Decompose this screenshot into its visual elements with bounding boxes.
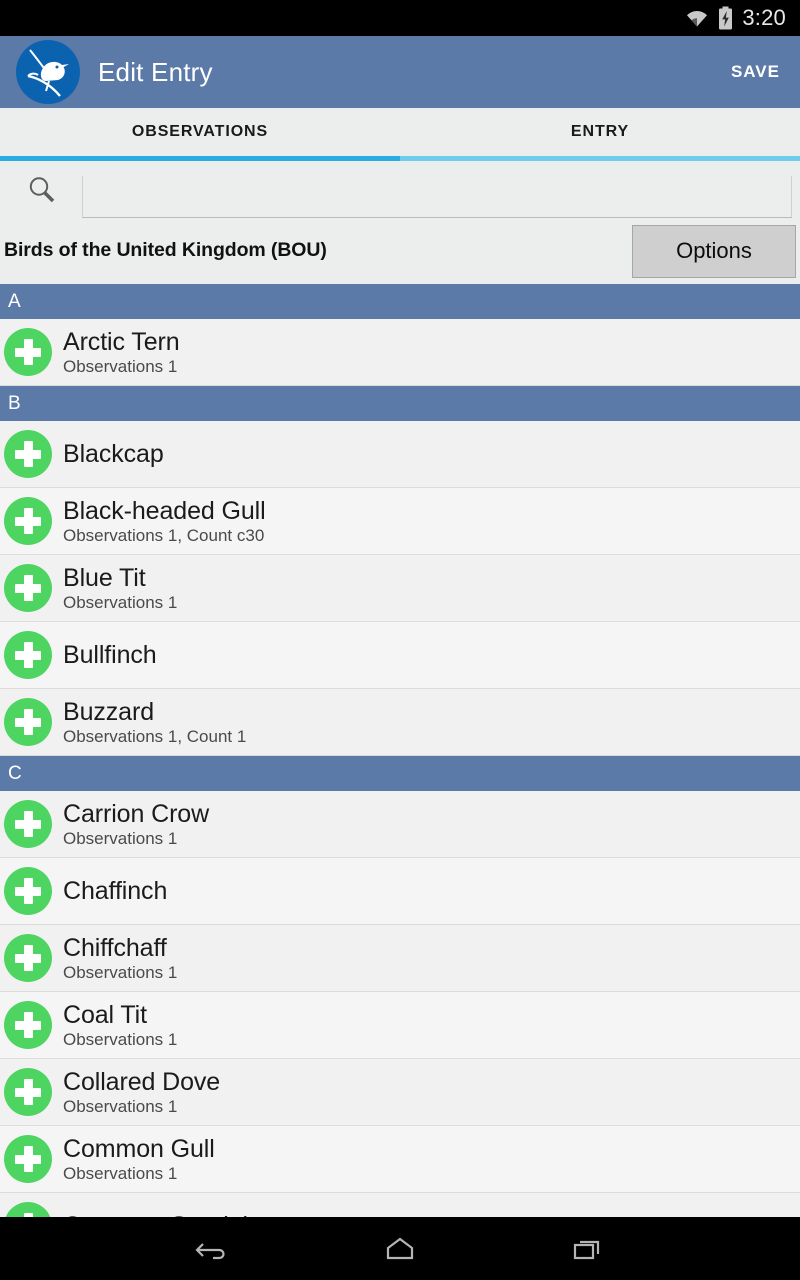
species-row[interactable]: Blue Tit Observations 1 (0, 555, 800, 622)
species-row-text: Coal Tit Observations 1 (63, 1001, 177, 1050)
plus-circle-icon[interactable] (4, 1068, 52, 1116)
plus-circle-icon[interactable] (4, 867, 52, 915)
species-row[interactable]: Common Sandpiper (0, 1193, 800, 1217)
species-row-text: Carrion Crow Observations 1 (63, 800, 209, 849)
search-input[interactable] (82, 176, 792, 218)
species-detail: Observations 1, Count 1 (63, 726, 247, 746)
species-row[interactable]: Chaffinch (0, 858, 800, 925)
species-row[interactable]: Arctic Tern Observations 1 (0, 319, 800, 386)
species-name: Chaffinch (63, 877, 168, 905)
species-row-text: Blue Tit Observations 1 (63, 564, 177, 613)
search-bar (0, 161, 800, 218)
list-header: Birds of the United Kingdom (BOU) Option… (0, 218, 800, 284)
species-row[interactable]: Bullfinch (0, 622, 800, 689)
species-detail: Observations 1, Count c30 (63, 525, 265, 545)
species-list-title: Birds of the United Kingdom (BOU) (4, 239, 327, 262)
plus-circle-icon[interactable] (4, 934, 52, 982)
species-detail: Observations 1 (63, 828, 178, 848)
plus-circle-icon[interactable] (4, 564, 52, 612)
species-row-text: Arctic Tern Observations 1 (63, 328, 180, 377)
plus-circle-icon[interactable] (4, 497, 52, 545)
species-row[interactable]: Blackcap (0, 421, 800, 488)
species-name: Blue Tit (63, 563, 146, 592)
species-row[interactable]: Chiffchaff Observations 1 (0, 925, 800, 992)
species-detail: Observations 1 (63, 1029, 178, 1049)
species-name: Coal Tit (63, 1000, 147, 1029)
status-bar: 3:20 (0, 0, 800, 36)
tab-bar: OBSERVATIONS ENTRY (0, 108, 800, 161)
species-name: Chiffchaff (63, 933, 167, 962)
search-icon[interactable] (26, 174, 58, 206)
species-row-text: Collared Dove Observations 1 (63, 1068, 220, 1117)
app-root: 3:20 Edit Entry SAVE OBSERVATIONS ENTRY (0, 0, 800, 1280)
species-name: Collared Dove (63, 1067, 221, 1096)
action-bar: Edit Entry SAVE (0, 36, 800, 108)
section-header: A (0, 284, 800, 319)
species-row[interactable]: Carrion Crow Observations 1 (0, 791, 800, 858)
plus-circle-icon[interactable] (4, 1001, 52, 1049)
species-row[interactable]: Common Gull Observations 1 (0, 1126, 800, 1193)
species-detail: Observations 1 (63, 356, 178, 376)
species-row-text: Chaffinch (63, 877, 167, 905)
options-button[interactable]: Options (632, 224, 796, 278)
plus-circle-icon[interactable] (4, 1135, 52, 1183)
plus-circle-icon[interactable] (4, 631, 52, 679)
plus-circle-icon[interactable] (4, 698, 52, 746)
species-row-text: Common Sandpiper (63, 1212, 284, 1217)
species-list[interactable]: A Arctic Tern Observations 1 B Blackcap Black… (0, 284, 800, 1217)
species-row[interactable]: Black-headed Gull Observations 1, Count c… (0, 488, 800, 555)
home-icon[interactable] (372, 1227, 428, 1271)
status-bar-clock: 3:20 (742, 4, 786, 30)
species-name: Arctic Tern (63, 327, 180, 356)
species-detail: Observations 1 (63, 1096, 178, 1116)
species-name: Carrion Crow (63, 799, 210, 828)
plus-circle-icon[interactable] (4, 430, 52, 478)
plus-circle-icon[interactable] (4, 328, 52, 376)
plus-circle-icon[interactable] (4, 1202, 52, 1217)
species-row[interactable]: Coal Tit Observations 1 (0, 992, 800, 1059)
species-row-text: Black-headed Gull Observations 1, Count c… (63, 497, 266, 546)
tab-observations[interactable]: OBSERVATIONS (0, 108, 400, 161)
species-name: Buzzard (63, 697, 155, 726)
species-row-text: Bullfinch (63, 641, 157, 669)
species-row-text: Common Gull Observations 1 (63, 1135, 215, 1184)
recents-icon[interactable] (559, 1227, 615, 1271)
plus-circle-icon[interactable] (4, 800, 52, 848)
species-row-text: Blackcap (63, 440, 164, 468)
species-detail: Observations 1 (63, 962, 178, 982)
page-title: Edit Entry (98, 56, 213, 87)
species-row-text: Buzzard Observations 1, Count 1 (63, 698, 246, 747)
species-row-text: Chiffchaff Observations 1 (63, 934, 177, 983)
tab-selected-indicator (0, 156, 400, 161)
back-arrow-icon[interactable] (185, 1227, 241, 1271)
bird-logo-icon (16, 40, 80, 104)
species-detail: Observations 1 (63, 1163, 178, 1183)
species-name: Common Sandpiper (63, 1212, 284, 1217)
save-button[interactable]: SAVE (725, 54, 786, 90)
battery-charging-icon (718, 6, 733, 30)
species-name: Blackcap (63, 440, 164, 468)
species-name: Bullfinch (63, 641, 157, 669)
section-header: C (0, 756, 800, 791)
android-nav-bar (0, 1217, 800, 1280)
tab-entry[interactable]: ENTRY (400, 108, 800, 161)
species-row[interactable]: Buzzard Observations 1, Count 1 (0, 689, 800, 756)
species-name: Common Gull (63, 1134, 215, 1163)
species-detail: Observations 1 (63, 592, 178, 612)
species-name: Black-headed Gull (63, 496, 266, 525)
wifi-icon (685, 8, 709, 28)
species-row[interactable]: Collared Dove Observations 1 (0, 1059, 800, 1126)
section-header: B (0, 386, 800, 421)
